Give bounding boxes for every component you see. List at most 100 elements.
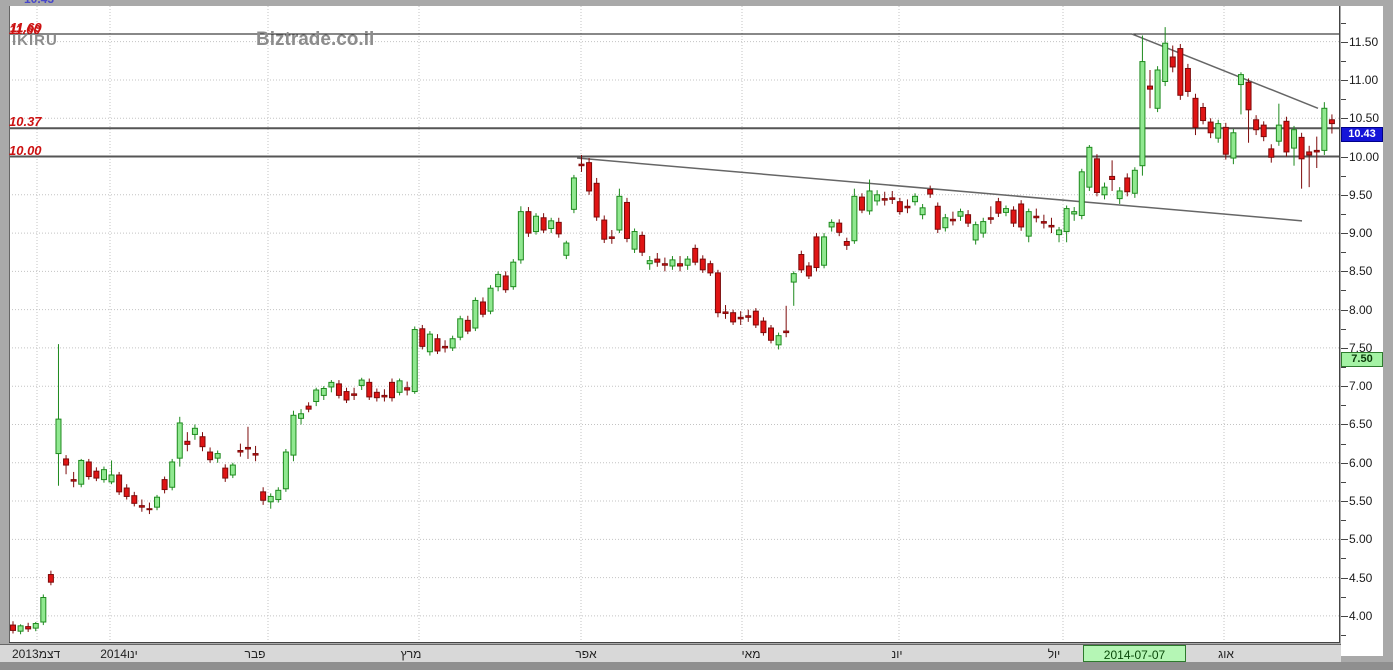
candle-body bbox=[867, 191, 872, 211]
candle-body bbox=[33, 624, 38, 629]
candle-body bbox=[518, 212, 523, 260]
candle-body bbox=[564, 243, 569, 255]
candle-body bbox=[329, 382, 334, 387]
y-axis-tick bbox=[1341, 99, 1346, 100]
candle-body bbox=[950, 219, 955, 221]
candle-body bbox=[655, 259, 660, 262]
candle-body bbox=[988, 218, 993, 220]
candle-body bbox=[11, 625, 16, 630]
candle-body bbox=[223, 468, 228, 478]
clipped-price-label-text: 10.43 bbox=[24, 0, 84, 6]
y-axis-tick bbox=[1341, 252, 1346, 253]
candle-body bbox=[541, 218, 546, 230]
candle-body bbox=[526, 212, 531, 233]
candle-body bbox=[693, 248, 698, 262]
candlestick-chart[interactable] bbox=[9, 6, 1340, 643]
candle-body bbox=[882, 199, 887, 201]
y-axis-tick bbox=[1341, 42, 1348, 43]
y-axis-tick bbox=[1341, 329, 1346, 330]
candle-body bbox=[715, 273, 720, 313]
candle-body bbox=[685, 259, 690, 265]
candle-body bbox=[443, 346, 448, 348]
candle-body bbox=[640, 235, 645, 252]
x-axis-month-label: מאי bbox=[742, 647, 761, 661]
candle-body bbox=[1231, 133, 1236, 158]
candle-body bbox=[480, 302, 485, 314]
candle-body bbox=[905, 206, 910, 208]
candle-body bbox=[852, 196, 857, 240]
candle-body bbox=[397, 381, 402, 392]
chart-plot-area[interactable] bbox=[9, 6, 1340, 643]
selected-date-box[interactable]: 2014-07-07 bbox=[1083, 645, 1186, 662]
candle-body bbox=[94, 471, 99, 478]
price-axis[interactable]: 11.5011.0010.5010.009.509.008.508.007.50… bbox=[1341, 6, 1383, 656]
candle-body bbox=[374, 392, 379, 397]
candle-body bbox=[200, 437, 205, 447]
candle-body bbox=[670, 260, 675, 266]
candle-body bbox=[1329, 120, 1334, 124]
candle-body bbox=[18, 626, 23, 631]
candle-body bbox=[617, 196, 622, 230]
candle-body bbox=[1216, 124, 1221, 139]
y-axis-tick bbox=[1341, 195, 1348, 196]
candle-body bbox=[700, 259, 705, 270]
candle-body bbox=[1155, 70, 1160, 108]
candle-body bbox=[147, 509, 152, 510]
y-axis-tick bbox=[1341, 310, 1348, 311]
candle-body bbox=[155, 497, 160, 507]
y-axis-tick bbox=[1341, 463, 1348, 464]
level-label-high-b: 11.60 bbox=[9, 22, 41, 37]
candle-body bbox=[723, 312, 728, 314]
candle-body bbox=[306, 406, 311, 409]
candle-body bbox=[139, 506, 144, 508]
clipped-price-label: 10.43 bbox=[24, 0, 84, 6]
y-axis-tick bbox=[1341, 578, 1348, 579]
candle-body bbox=[299, 414, 304, 419]
x-axis-month-label: אוג bbox=[1218, 647, 1234, 661]
candle-body bbox=[1041, 222, 1046, 224]
candle-body bbox=[973, 225, 978, 240]
candle-body bbox=[1269, 149, 1274, 157]
candle-body bbox=[829, 222, 834, 227]
bottom-bar bbox=[0, 662, 1393, 670]
candle-body bbox=[26, 627, 31, 629]
y-axis-label: 11.50 bbox=[1349, 35, 1378, 49]
candle-body bbox=[291, 415, 296, 455]
candle-body bbox=[496, 274, 501, 286]
candle-body bbox=[117, 475, 122, 492]
candle-body bbox=[920, 208, 925, 215]
candle-body bbox=[746, 316, 751, 318]
y-axis-tick bbox=[1341, 558, 1346, 559]
x-axis-month-label: 2013דצמ bbox=[12, 647, 60, 661]
y-axis-tick bbox=[1341, 80, 1348, 81]
candle-body bbox=[799, 255, 804, 270]
candle-body bbox=[473, 300, 478, 328]
candle-body bbox=[170, 462, 175, 487]
candle-body bbox=[769, 328, 774, 340]
y-axis-tick bbox=[1341, 157, 1348, 158]
candle-body bbox=[678, 264, 683, 266]
candle-body bbox=[79, 460, 84, 484]
y-axis-tick bbox=[1341, 386, 1348, 387]
candle-body bbox=[890, 198, 895, 200]
candle-body bbox=[238, 451, 243, 453]
candle-body bbox=[534, 216, 539, 231]
candle-body bbox=[1072, 212, 1077, 214]
candle-body bbox=[753, 311, 758, 325]
y-axis-tick bbox=[1341, 482, 1346, 483]
y-axis-label: 5.00 bbox=[1349, 532, 1372, 546]
candle-body bbox=[738, 317, 743, 319]
candle-body bbox=[268, 496, 273, 501]
candle-body bbox=[109, 475, 114, 482]
y-axis-tick bbox=[1341, 118, 1348, 119]
candle-body bbox=[935, 206, 940, 229]
candle-body bbox=[1132, 170, 1137, 193]
watermark-logo: Biztrade.co.il bbox=[256, 29, 374, 51]
candle-body bbox=[48, 575, 53, 583]
y-axis-label: 7.00 bbox=[1349, 379, 1372, 393]
candle-body bbox=[230, 465, 235, 475]
candle-body bbox=[488, 288, 493, 311]
candle-body bbox=[1178, 49, 1183, 96]
candle-body bbox=[1034, 216, 1039, 218]
candle-body bbox=[943, 218, 948, 228]
